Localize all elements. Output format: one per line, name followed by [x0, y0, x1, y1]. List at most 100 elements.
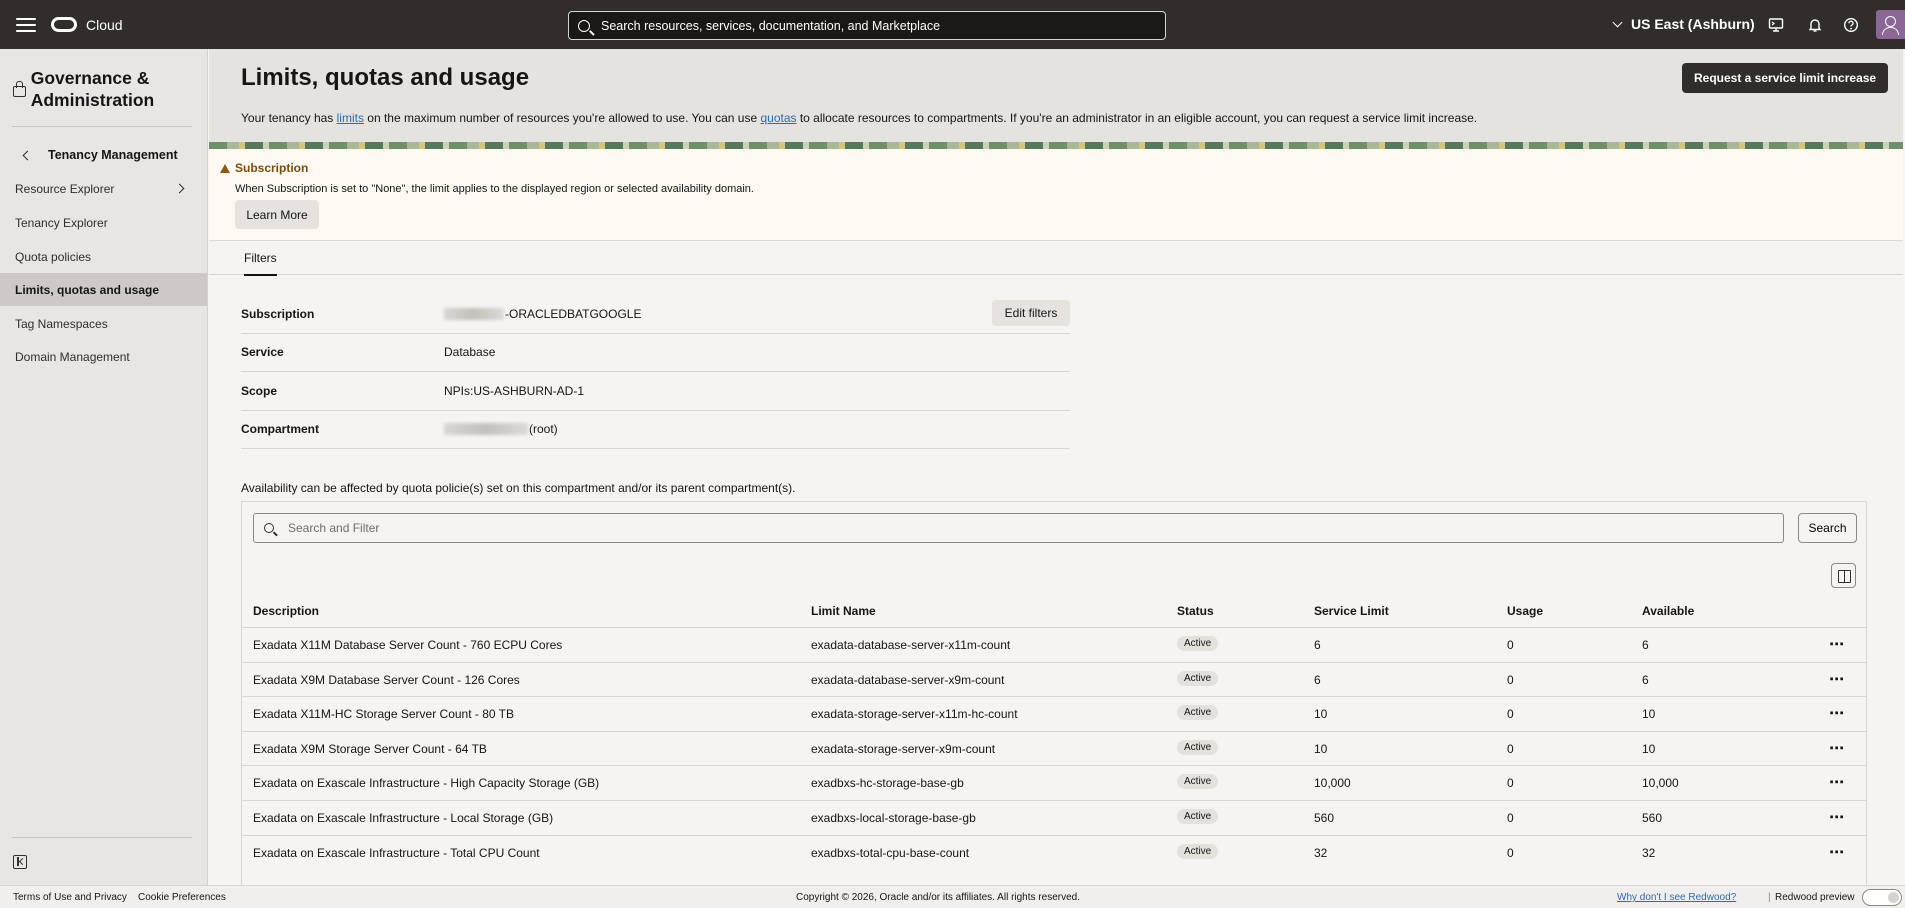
column-header-available[interactable]: Available [1642, 604, 1694, 618]
quotas-link[interactable]: quotas [760, 111, 796, 125]
status-badge: Active [1177, 705, 1219, 721]
oracle-logo-icon[interactable] [51, 17, 77, 32]
sidebar-divider [12, 126, 192, 127]
cell-description: Exadata X9M Database Server Count - 126 … [253, 672, 520, 687]
top-bar: Cloud US East (Ashburn) [0, 0, 1905, 49]
help-icon[interactable] [1843, 17, 1859, 33]
sidebar-item-quota-policies[interactable]: Quota policies [0, 240, 207, 273]
intro-text: Your tenancy has limits on the maximum n… [241, 111, 1477, 125]
status-badge: Active [1177, 670, 1219, 686]
terms-link[interactable]: Terms of Use and Privacy [13, 892, 127, 903]
table-row[interactable]: Exadata X11M-HC Storage Server Count - 8… [242, 696, 1866, 731]
cookie-preferences-link[interactable]: Cookie Preferences [138, 892, 226, 903]
status-badge: Active [1177, 809, 1219, 824]
sidebar-header: Governance & Administration [12, 67, 202, 111]
column-header-service-limit[interactable]: Service Limit [1314, 604, 1389, 618]
brand-label[interactable]: Cloud [86, 17, 123, 33]
table-row[interactable]: Exadata on Exascale Infrastructure - Hig… [242, 765, 1866, 800]
tab-bar: Filters [209, 242, 1903, 276]
table-row[interactable]: Exadata X9M Database Server Count - 126 … [242, 661, 1866, 697]
alert-title: Subscription [235, 161, 309, 175]
filters-panel: Subscription -ORACLEDBATGOOGLE Edit filt… [241, 295, 1070, 449]
row-actions-icon[interactable]: ⋯ [1829, 843, 1844, 861]
status-badge: Active [1177, 774, 1219, 790]
collapse-sidebar-icon[interactable] [13, 855, 27, 869]
tab-filters[interactable]: Filters [244, 251, 277, 276]
cell-limit-name: exadata-database-server-x9m-count [811, 672, 1005, 687]
table-search-input[interactable] [288, 521, 1768, 535]
filter-value-text: (root) [529, 422, 558, 437]
back-link-label: Tenancy Management [48, 148, 178, 162]
cell-service-limit: 560 [1314, 811, 1335, 825]
sidebar-divider [12, 837, 192, 838]
notifications-bell-icon[interactable] [1807, 17, 1823, 33]
columns-toggle-icon[interactable] [1831, 563, 1856, 588]
table-row[interactable]: Exadata X11M Database Server Count - 760… [242, 627, 1866, 662]
redwood-why-link[interactable]: Why don't I see Redwood? [1617, 892, 1736, 903]
row-actions-icon[interactable]: ⋯ [1829, 635, 1844, 653]
edit-filters-button[interactable]: Edit filters [992, 300, 1070, 326]
column-header-description[interactable]: Description [253, 604, 319, 618]
alert-text: When Subscription is set to "None", the … [235, 183, 754, 195]
column-header-status[interactable]: Status [1177, 604, 1214, 618]
learn-more-button[interactable]: Learn More [235, 200, 319, 229]
table-search[interactable] [253, 513, 1784, 543]
redwood-preview-toggle[interactable] [1862, 889, 1902, 906]
redacted-text [444, 423, 528, 436]
cell-service-limit: 6 [1314, 638, 1321, 652]
cloud-shell-icon[interactable] [1768, 17, 1784, 33]
region-label: US East (Ashburn) [1631, 16, 1755, 32]
sidebar-item-tenancy-explorer[interactable]: Tenancy Explorer [0, 206, 207, 239]
column-header-usage[interactable]: Usage [1507, 604, 1543, 618]
decorative-banner [209, 142, 1903, 149]
status-badge: Active [1177, 636, 1219, 651]
row-actions-icon[interactable]: ⋯ [1829, 739, 1844, 757]
region-selector[interactable]: US East (Ashburn) [1612, 16, 1755, 32]
chevron-left-icon [22, 150, 33, 160]
cell-available: 10 [1642, 707, 1656, 722]
intro-text-part: Your tenancy has [241, 111, 337, 125]
global-search-input[interactable] [601, 18, 1161, 33]
cell-usage: 0 [1507, 811, 1514, 825]
column-header-limit-name[interactable]: Limit Name [811, 604, 876, 618]
cell-available: 6 [1642, 672, 1649, 687]
cell-limit-name: exadata-storage-server-x9m-count [811, 741, 996, 756]
back-link-tenancy-management[interactable]: Tenancy Management [20, 148, 178, 162]
hamburger-menu-icon[interactable] [16, 17, 36, 32]
row-actions-icon[interactable]: ⋯ [1829, 670, 1844, 688]
copyright-text: Copyright © 2026, Oracle and/or its affi… [796, 892, 1080, 903]
sidebar-item-label: Quota policies [15, 249, 92, 264]
sidebar: Governance & Administration Tenancy Mana… [0, 49, 208, 885]
filter-value: NPIs:US-ASHBURN-AD-1 [444, 383, 585, 398]
main-content: Limits, quotas and usage Request a servi… [209, 49, 1903, 885]
sidebar-item-limits-quotas-usage[interactable]: Limits, quotas and usage [0, 273, 207, 306]
row-actions-icon[interactable]: ⋯ [1829, 808, 1844, 826]
filter-row-service: Service Database [241, 334, 1070, 372]
user-avatar-icon[interactable] [1876, 10, 1905, 39]
sidebar-item-tag-namespaces[interactable]: Tag Namespaces [0, 307, 207, 340]
request-limit-increase-button[interactable]: Request a service limit increase [1682, 63, 1889, 93]
sidebar-item-resource-explorer[interactable]: Resource Explorer [0, 172, 207, 205]
redwood-preview-label: Redwood preview [1775, 892, 1855, 903]
cell-usage: 0 [1507, 707, 1514, 722]
filter-value: -ORACLEDBATGOOGLE [444, 307, 641, 321]
cell-limit-name: exadbxs-hc-storage-base-gb [811, 776, 964, 791]
table-row[interactable]: Exadata X9M Storage Server Count - 64 TB… [242, 730, 1866, 766]
chevron-down-icon [1612, 17, 1623, 27]
limits-link[interactable]: limits [337, 111, 364, 125]
governance-icon [12, 81, 26, 97]
sidebar-item-label: Tag Namespaces [15, 316, 108, 331]
table-row[interactable]: Exadata on Exascale Infrastructure - Loc… [242, 800, 1866, 835]
limits-table-panel: Search Description Limit Name Status Ser… [241, 501, 1867, 885]
cell-usage: 0 [1507, 741, 1514, 756]
warning-icon [220, 164, 230, 173]
sidebar-item-domain-management[interactable]: Domain Management [0, 340, 207, 373]
cell-description: Exadata X11M-HC Storage Server Count - 8… [253, 707, 515, 722]
search-button[interactable]: Search [1798, 513, 1857, 543]
cell-service-limit: 32 [1314, 845, 1328, 860]
search-icon [264, 523, 274, 533]
row-actions-icon[interactable]: ⋯ [1829, 773, 1844, 791]
row-actions-icon[interactable]: ⋯ [1829, 704, 1844, 722]
table-row[interactable]: Exadata on Exascale Infrastructure - Tot… [242, 834, 1866, 870]
global-search[interactable] [568, 11, 1166, 40]
